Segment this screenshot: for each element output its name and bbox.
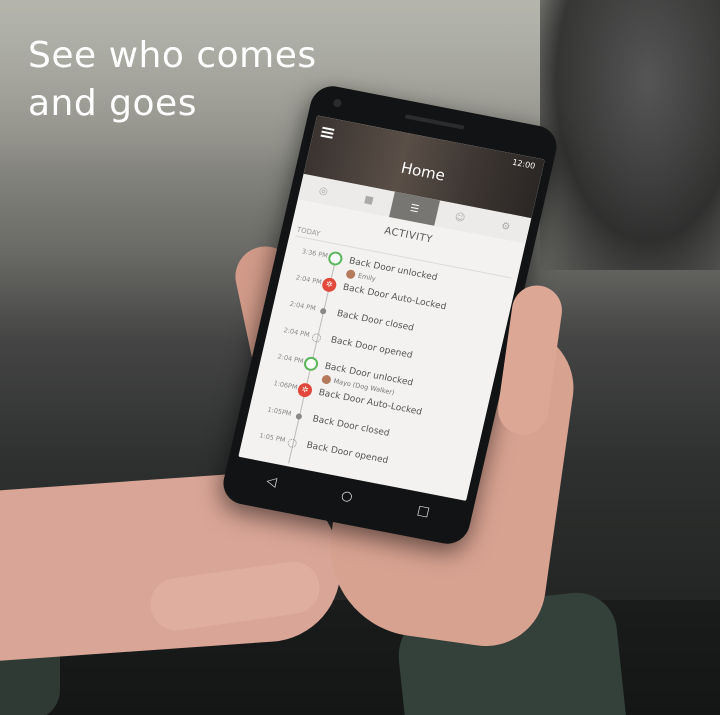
recents-button[interactable]: □ xyxy=(416,503,431,520)
user-name: Emily xyxy=(357,271,377,283)
status-time: 12:00 xyxy=(511,157,537,171)
background-wall xyxy=(540,0,720,270)
home-button[interactable]: ○ xyxy=(340,488,355,505)
event-user: Emily xyxy=(345,269,377,283)
avatar xyxy=(320,374,332,385)
status-icon xyxy=(320,276,338,294)
status-icon xyxy=(296,381,314,399)
status-icon xyxy=(311,332,322,344)
avatar xyxy=(345,269,357,280)
status-icon xyxy=(326,250,344,267)
front-camera xyxy=(332,98,343,108)
earpiece xyxy=(404,114,465,130)
headline: See who comes and goes xyxy=(28,35,317,124)
status-icon xyxy=(319,307,327,315)
back-button[interactable]: ◁ xyxy=(265,473,278,490)
status-icon xyxy=(295,412,303,420)
menu-icon[interactable] xyxy=(320,126,335,139)
status-icon xyxy=(286,437,298,449)
event-time: 3:36 PM xyxy=(301,247,329,260)
